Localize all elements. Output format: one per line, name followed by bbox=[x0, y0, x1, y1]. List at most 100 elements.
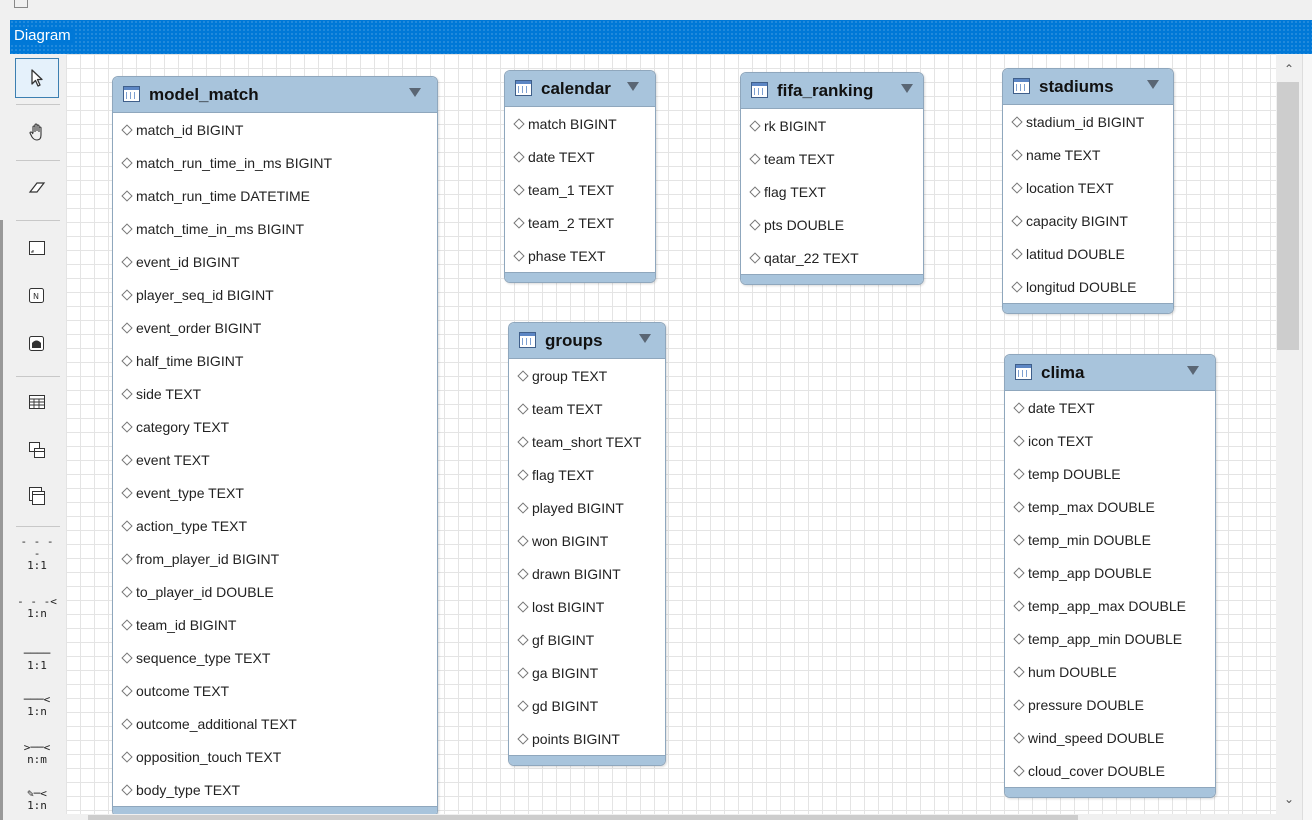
column-row[interactable]: rk BIGINT bbox=[741, 109, 923, 142]
vertical-scroll-thumb[interactable] bbox=[1277, 82, 1299, 350]
column-row[interactable]: team_id BIGINT bbox=[113, 608, 437, 641]
column-row[interactable]: temp_app DOUBLE bbox=[1005, 556, 1215, 589]
table-clima[interactable]: clima date TEXT icon TEXT temp DOUBLE temp_m… bbox=[1004, 354, 1216, 798]
column-row[interactable]: date TEXT bbox=[1005, 391, 1215, 424]
column-row[interactable]: event_order BIGINT bbox=[113, 311, 437, 344]
column-row[interactable]: match_id BIGINT bbox=[113, 113, 437, 146]
diagram-canvas[interactable]: model_match match_id BIGINT match_run_time… bbox=[66, 54, 1276, 820]
table-header[interactable]: stadiums bbox=[1003, 69, 1173, 105]
collapse-caret-icon[interactable] bbox=[639, 334, 651, 343]
relationship-existing-columns-tool[interactable]: ✎─< 1:n bbox=[15, 780, 59, 820]
column-row[interactable]: sequence_type TEXT bbox=[113, 641, 437, 674]
scroll-down-icon[interactable]: ⌄ bbox=[1281, 792, 1297, 808]
column-row[interactable]: flag TEXT bbox=[741, 175, 923, 208]
table-fifa_ranking[interactable]: fifa_ranking rk BIGINT team TEXT flag TEXT p… bbox=[740, 72, 924, 285]
table-stadiums[interactable]: stadiums stadium_id BIGINT name TEXT locati… bbox=[1002, 68, 1174, 314]
column-row[interactable]: won BIGINT bbox=[509, 524, 665, 557]
column-row[interactable]: team_2 TEXT bbox=[505, 206, 655, 239]
column-row[interactable]: name TEXT bbox=[1003, 138, 1173, 171]
relationship-1-1-tool[interactable]: - - - -1:1 bbox=[15, 534, 59, 574]
column-row[interactable]: drawn BIGINT bbox=[509, 557, 665, 590]
column-row[interactable]: body_type TEXT bbox=[113, 773, 437, 806]
new-view-tool[interactable] bbox=[15, 430, 59, 470]
identifying-relationship-1-1-tool[interactable]: ──── 1:1 bbox=[15, 640, 59, 680]
note-tool[interactable]: N bbox=[15, 276, 59, 316]
scroll-up-icon[interactable]: ⌃ bbox=[1281, 62, 1297, 78]
column-row[interactable]: gf BIGINT bbox=[509, 623, 665, 656]
collapse-caret-icon[interactable] bbox=[1147, 80, 1159, 89]
column-row[interactable]: hum DOUBLE bbox=[1005, 655, 1215, 688]
column-row[interactable]: event TEXT bbox=[113, 443, 437, 476]
column-row[interactable]: match BIGINT bbox=[505, 107, 655, 140]
column-row[interactable]: outcome TEXT bbox=[113, 674, 437, 707]
column-row[interactable]: location TEXT bbox=[1003, 171, 1173, 204]
table-model_match[interactable]: model_match match_id BIGINT match_run_time… bbox=[112, 76, 438, 817]
table-header[interactable]: groups bbox=[509, 323, 665, 359]
column-row[interactable]: match_time_in_ms BIGINT bbox=[113, 212, 437, 245]
column-row[interactable]: ga BIGINT bbox=[509, 656, 665, 689]
layer-tool[interactable] bbox=[15, 228, 59, 268]
collapse-caret-icon[interactable] bbox=[627, 82, 639, 91]
table-header[interactable]: fifa_ranking bbox=[741, 73, 923, 109]
column-row[interactable]: pressure DOUBLE bbox=[1005, 688, 1215, 721]
column-row[interactable]: points BIGINT bbox=[509, 722, 665, 755]
column-row[interactable]: team_1 TEXT bbox=[505, 173, 655, 206]
column-row[interactable]: player_seq_id BIGINT bbox=[113, 278, 437, 311]
column-row[interactable]: temp_app_max DOUBLE bbox=[1005, 589, 1215, 622]
column-row[interactable]: temp_max DOUBLE bbox=[1005, 490, 1215, 523]
column-row[interactable]: team TEXT bbox=[509, 392, 665, 425]
column-row[interactable]: temp_min DOUBLE bbox=[1005, 523, 1215, 556]
column-row[interactable]: action_type TEXT bbox=[113, 509, 437, 542]
horizontal-scroll-thumb[interactable] bbox=[88, 815, 1078, 820]
column-row[interactable]: team_short TEXT bbox=[509, 425, 665, 458]
column-row[interactable]: longitud DOUBLE bbox=[1003, 270, 1173, 303]
column-row[interactable]: lost BIGINT bbox=[509, 590, 665, 623]
column-row[interactable]: flag TEXT bbox=[509, 458, 665, 491]
column-row[interactable]: temp_app_min DOUBLE bbox=[1005, 622, 1215, 655]
column-row[interactable]: pts DOUBLE bbox=[741, 208, 923, 241]
column-row[interactable]: opposition_touch TEXT bbox=[113, 740, 437, 773]
identifying-relationship-1-n-tool[interactable]: ───< 1:n bbox=[15, 686, 59, 726]
column-row[interactable]: cloud_cover DOUBLE bbox=[1005, 754, 1215, 787]
collapse-caret-icon[interactable] bbox=[409, 88, 421, 97]
column-row[interactable]: match_run_time_in_ms BIGINT bbox=[113, 146, 437, 179]
collapse-caret-icon[interactable] bbox=[1187, 366, 1199, 375]
column-row[interactable]: phase TEXT bbox=[505, 239, 655, 272]
hand-tool[interactable] bbox=[15, 112, 59, 152]
column-row[interactable]: group TEXT bbox=[509, 359, 665, 392]
image-tool[interactable] bbox=[15, 324, 59, 364]
new-routine-group-tool[interactable] bbox=[15, 476, 59, 516]
column-row[interactable]: capacity BIGINT bbox=[1003, 204, 1173, 237]
column-row[interactable]: qatar_22 TEXT bbox=[741, 241, 923, 274]
column-row[interactable]: icon TEXT bbox=[1005, 424, 1215, 457]
column-row[interactable]: date TEXT bbox=[505, 140, 655, 173]
column-row[interactable]: event_id BIGINT bbox=[113, 245, 437, 278]
table-header[interactable]: calendar bbox=[505, 71, 655, 107]
column-row[interactable]: category TEXT bbox=[113, 410, 437, 443]
horizontal-scrollbar[interactable] bbox=[66, 814, 1276, 820]
column-row[interactable]: temp DOUBLE bbox=[1005, 457, 1215, 490]
collapse-caret-icon[interactable] bbox=[901, 84, 913, 93]
column-row[interactable]: to_player_id DOUBLE bbox=[113, 575, 437, 608]
eraser-tool[interactable] bbox=[15, 168, 59, 208]
column-row[interactable]: match_run_time DATETIME bbox=[113, 179, 437, 212]
table-header[interactable]: clima bbox=[1005, 355, 1215, 391]
table-groups[interactable]: groups group TEXT team TEXT team_short TEXT… bbox=[508, 322, 666, 766]
column-row[interactable]: gd BIGINT bbox=[509, 689, 665, 722]
column-row[interactable]: event_type TEXT bbox=[113, 476, 437, 509]
column-row[interactable]: latitud DOUBLE bbox=[1003, 237, 1173, 270]
column-row[interactable]: outcome_additional TEXT bbox=[113, 707, 437, 740]
column-row[interactable]: half_time BIGINT bbox=[113, 344, 437, 377]
table-header[interactable]: model_match bbox=[113, 77, 437, 113]
vertical-scrollbar[interactable]: ⌃ ⌄ bbox=[1276, 54, 1302, 820]
new-table-tool[interactable] bbox=[15, 382, 59, 422]
relationship-n-m-tool[interactable]: >──< n:m bbox=[15, 734, 59, 774]
table-calendar[interactable]: calendar match BIGINT date TEXT team_1 TEXT… bbox=[504, 70, 656, 283]
column-row[interactable]: side TEXT bbox=[113, 377, 437, 410]
column-row[interactable]: wind_speed DOUBLE bbox=[1005, 721, 1215, 754]
column-row[interactable]: stadium_id BIGINT bbox=[1003, 105, 1173, 138]
select-pointer-tool[interactable] bbox=[15, 58, 59, 98]
column-row[interactable]: from_player_id BIGINT bbox=[113, 542, 437, 575]
column-row[interactable]: played BIGINT bbox=[509, 491, 665, 524]
column-row[interactable]: team TEXT bbox=[741, 142, 923, 175]
